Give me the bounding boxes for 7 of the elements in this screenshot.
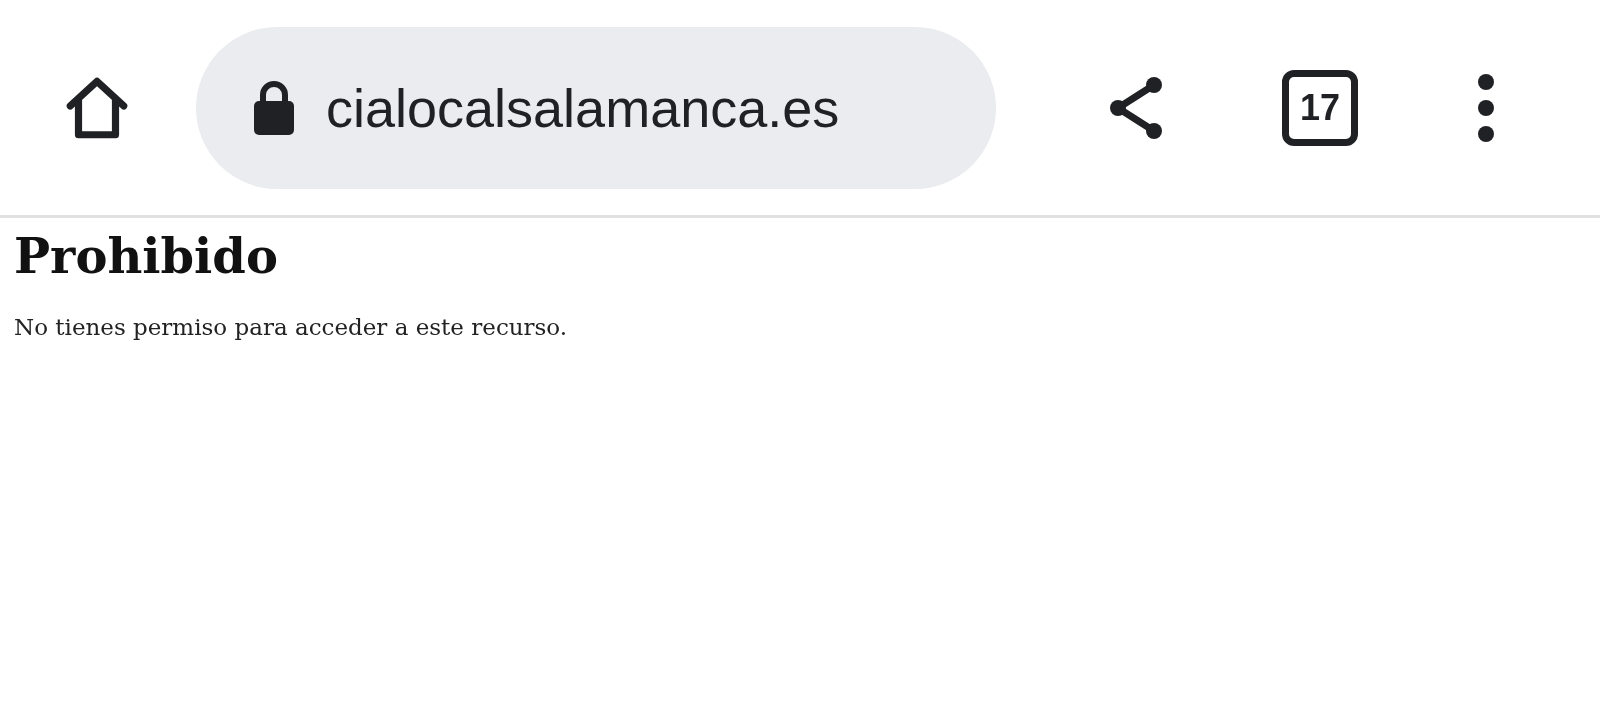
address-bar[interactable]: cialocalsalamanca.es: [196, 26, 996, 189]
url-text: cialocalsalamanca.es: [326, 76, 840, 139]
tab-count-button[interactable]: 17: [1282, 69, 1358, 146]
error-message: No tienes permiso para acceder a este recurso.: [14, 314, 569, 340]
page-heading: Prohibido: [14, 228, 279, 284]
menu-icon[interactable]: [1476, 72, 1496, 143]
lock-icon[interactable]: [252, 78, 296, 137]
